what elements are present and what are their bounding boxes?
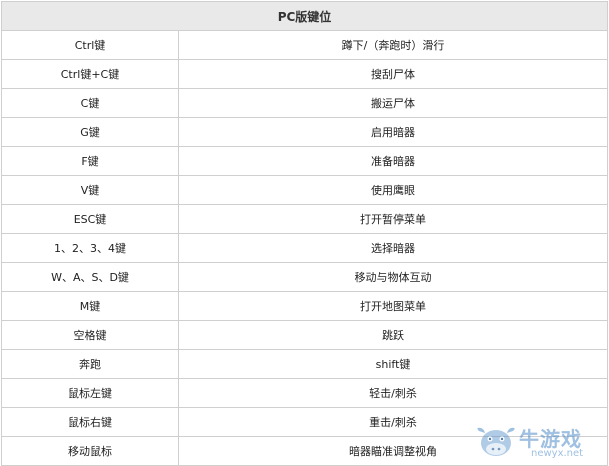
action-cell: 选择暗器 [177, 233, 609, 263]
action-cell: 启用暗器 [177, 117, 609, 147]
action-cell: 准备暗器 [177, 146, 609, 176]
table-row: 空格键 跳跃 [1, 320, 609, 350]
key-cell: G键 [1, 117, 179, 147]
key-cell: 鼠标右键 [1, 407, 179, 437]
key-cell: Ctrl键 [1, 30, 179, 60]
table-row: 鼠标右键 重击/刺杀 [1, 407, 609, 437]
table-row: 1、2、3、4键 选择暗器 [1, 233, 609, 263]
action-cell: 蹲下/（奔跑时）滑行 [177, 30, 609, 60]
key-cell: M键 [1, 291, 179, 321]
table-row: 奔跑 shift键 [1, 349, 609, 379]
key-binding-table: PC版键位 Ctrl键 蹲下/（奔跑时）滑行 Ctrl键+C键 搜刮尸体 C键 搬运尸体 G… [0, 1, 609, 466]
table-row: W、A、S、D键 移动与物体互动 [1, 262, 609, 292]
table-row: 鼠标左键 轻击/刺杀 [1, 378, 609, 408]
key-cell: Ctrl键+C键 [1, 59, 179, 89]
key-cell: 奔跑 [1, 349, 179, 379]
action-cell: 暗器瞄准调整视角 [177, 436, 609, 466]
action-cell: 搜刮尸体 [177, 59, 609, 89]
action-cell: 重击/刺杀 [177, 407, 609, 437]
table-row: G键 启用暗器 [1, 117, 609, 147]
table-title: PC版键位 [0, 1, 609, 31]
table-row: C键 搬运尸体 [1, 88, 609, 118]
action-cell: 打开暂停菜单 [177, 204, 609, 234]
table-row: V键 使用鹰眼 [1, 175, 609, 205]
key-cell: 鼠标左键 [1, 378, 179, 408]
table-row: F键 准备暗器 [1, 146, 609, 176]
key-cell: 1、2、3、4键 [1, 233, 179, 263]
table-row: M键 打开地图菜单 [1, 291, 609, 321]
key-cell: F键 [1, 146, 179, 176]
action-cell: 使用鹰眼 [177, 175, 609, 205]
key-cell: W、A、S、D键 [1, 262, 179, 292]
table-body: Ctrl键 蹲下/（奔跑时）滑行 Ctrl键+C键 搜刮尸体 C键 搬运尸体 G键 启用暗器 F… [1, 30, 609, 466]
table-row: 移动鼠标 暗器瞄准调整视角 [1, 436, 609, 466]
key-cell: 空格键 [1, 320, 179, 350]
action-cell: 搬运尸体 [177, 88, 609, 118]
key-cell: V键 [1, 175, 179, 205]
action-cell: shift键 [177, 349, 609, 379]
key-cell: 移动鼠标 [1, 436, 179, 466]
table-header-row: PC版键位 [0, 1, 609, 31]
table-row: ESC键 打开暂停菜单 [1, 204, 609, 234]
table-row: Ctrl键 蹲下/（奔跑时）滑行 [1, 30, 609, 60]
key-cell: C键 [1, 88, 179, 118]
key-cell: ESC键 [1, 204, 179, 234]
action-cell: 跳跃 [177, 320, 609, 350]
table-row: Ctrl键+C键 搜刮尸体 [1, 59, 609, 89]
action-cell: 移动与物体互动 [177, 262, 609, 292]
action-cell: 轻击/刺杀 [177, 378, 609, 408]
action-cell: 打开地图菜单 [177, 291, 609, 321]
